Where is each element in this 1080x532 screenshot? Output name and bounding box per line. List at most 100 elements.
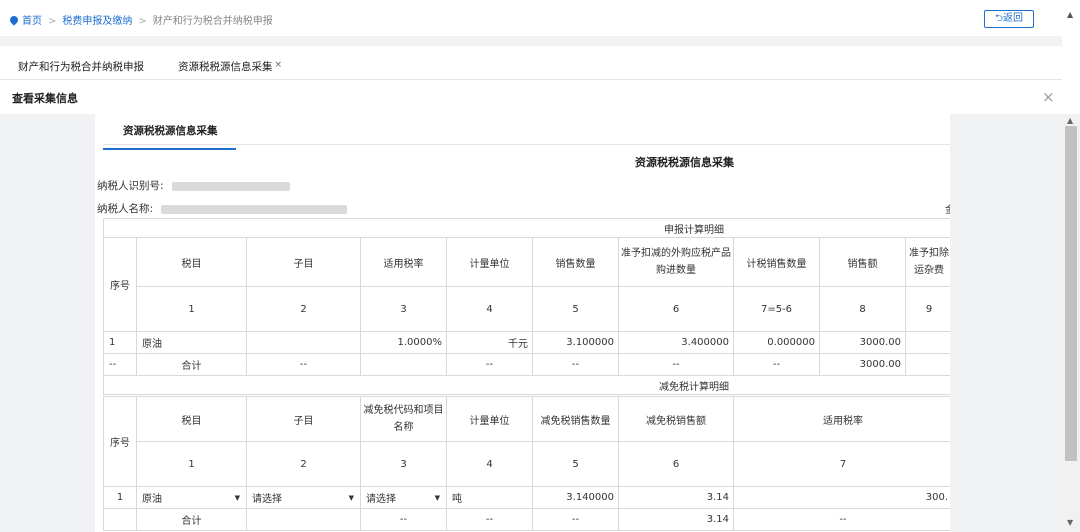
breadcrumb-home-link[interactable]: 首页 [22,16,42,27]
back-button-label: 返回 [1003,13,1023,24]
cell: 1.0000% [360,331,447,354]
column-number: 2 [246,286,361,332]
column-number: 3 [360,286,447,332]
breadcrumb-current: 财产和行为税合并纳税申报 [152,16,273,27]
select-value: 原油 [142,494,162,505]
column-number: 8 [819,286,906,332]
select-value: 请选择 [252,494,282,505]
column-header: 销售数量 [532,237,619,287]
column-header: 销售额 [819,237,906,287]
column-number: 4 [446,441,533,487]
taxpayer-id-label: 纳税人识别号: [97,180,164,192]
tab-property-behavior-tax[interactable]: 财产和行为税合并纳税申报 [18,59,144,74]
taxpayer-id-row: 纳税人识别号: [97,178,290,193]
scroll-up-icon[interactable]: ▲ [1067,116,1073,125]
subtab-resource-tax[interactable]: 资源税税源信息采集 [103,123,236,150]
column-header: 适用税率 [733,396,950,442]
column-number: 1 [136,286,247,332]
divider [103,144,950,145]
column-number: 6 [618,286,734,332]
cell [904,331,950,354]
table-total-row: 合计 -- -- -- 3.14 -- [103,508,950,531]
back-button[interactable]: ⮌返回 [984,10,1034,28]
panel-header: 查看采集信息 × [0,80,1062,114]
subitem-select[interactable]: 请选择 ▼ [246,486,361,509]
column-header: 序号 [103,237,137,332]
tax-item-select[interactable]: 原油 ▼ [136,486,247,509]
cell: -- [532,508,619,531]
cell: 1 [103,486,137,509]
column-header: 计量单位 [446,396,533,442]
exemption-table: 序号 税目 子目 减免税代码和项目名称 计量单位 减免税销售数量 减免税销售额 … [103,396,950,531]
cell: 0.000000 [733,331,820,354]
cell: -- [446,508,533,531]
cell: 3.14 [618,508,734,531]
section-title: 申报计算明细 [102,218,950,238]
column-header: 子目 [246,237,361,287]
scroll-down-icon[interactable]: ▼ [1067,518,1073,527]
column-number: 4 [446,286,533,332]
column-number: 2 [246,441,361,487]
cell: -- [532,353,619,376]
vertical-scrollbar[interactable]: ▲ ▼ [1062,114,1080,532]
column-header: 减免税代码和项目名称 [360,396,447,442]
column-header: 准予扣除运杂费 [904,237,950,287]
taxpayer-name-label: 纳税人名称: [97,203,154,215]
tab-label: 财产和行为税合并纳税申报 [18,61,144,73]
column-header: 计税销售数量 [733,237,820,287]
panel-title: 查看采集信息 [12,92,78,105]
cell: 合计 [136,353,247,376]
taxpayer-id-redacted [171,181,290,191]
column-header: 减免税销售数量 [532,396,619,442]
column-number: 5 [532,286,619,332]
cell: 3.400000 [618,331,734,354]
cell [904,353,950,376]
column-header: 税目 [136,396,247,442]
scrollbar-thumb[interactable] [1065,126,1077,461]
column-number: 7 [733,441,950,487]
column-header: 序号 [103,396,137,487]
column-header: 减免税销售额 [618,396,734,442]
cell: -- [618,353,734,376]
table-row: 1 原油 ▼ 请选择 ▼ 请选择 ▼ 吨 3.140000 3.14 300. [103,486,950,509]
column-number: 5 [532,441,619,487]
column-header: 适用税率 [360,237,447,287]
declaration-table: 申报计算明细 序号 税目 子目 适用税率 计量单位 销售数量 准予扣减的外购应税… [102,218,950,395]
column-header: 计量单位 [446,237,533,287]
cell: 合计 [136,508,247,531]
location-pin-icon [8,14,20,26]
cell: 300. [733,486,950,509]
cell: 3000.00 [819,331,906,354]
exemption-code-select[interactable]: 请选择 ▼ [360,486,447,509]
column-number: 7=5-6 [733,286,820,332]
column-number: 3 [360,441,447,487]
scroll-up-icon[interactable]: ▲ [1067,10,1073,19]
column-header: 税目 [136,237,247,287]
cell: 千元 [446,331,533,354]
cell: -- [246,353,361,376]
tab-close-icon[interactable]: × [275,60,283,70]
column-number: 6 [618,441,734,487]
close-icon[interactable]: × [1042,88,1055,106]
table-total-row: -- 合计 -- -- -- -- -- 3000.00 [103,353,950,376]
breadcrumb-separator: > [138,16,147,27]
table-row: 1 原油 1.0000% 千元 3.100000 3.400000 0.0000… [103,331,950,354]
return-icon: ⮌ [994,13,1003,24]
cell: 3.14 [618,486,734,509]
taxpayer-name-redacted [161,204,348,214]
collection-sheet: 资源税税源信息采集 资源税税源信息采集 纳税人识别号: 纳税人名称: 金 申报计… [95,114,950,532]
outer-scrollbar[interactable]: ▲ [1062,0,1080,114]
cell: -- [103,353,137,376]
breadcrumb-level1-link[interactable]: 税费申报及缴纳 [62,16,132,27]
dropdown-caret-icon: ▼ [434,493,440,502]
breadcrumb: 首页 > 税费申报及缴纳 > 财产和行为税合并纳税申报 [8,12,273,27]
cell: 3000.00 [819,353,906,376]
column-header: 准予扣减的外购应税产品购进数量 [618,237,734,287]
section-title: 减免税计算明细 [102,375,950,395]
select-value: 请选择 [366,494,396,505]
cell: -- [360,508,447,531]
clipped-text: 金 [945,201,950,216]
cell [246,331,361,354]
column-header: 子目 [246,396,361,442]
cell: 原油 [136,331,247,354]
